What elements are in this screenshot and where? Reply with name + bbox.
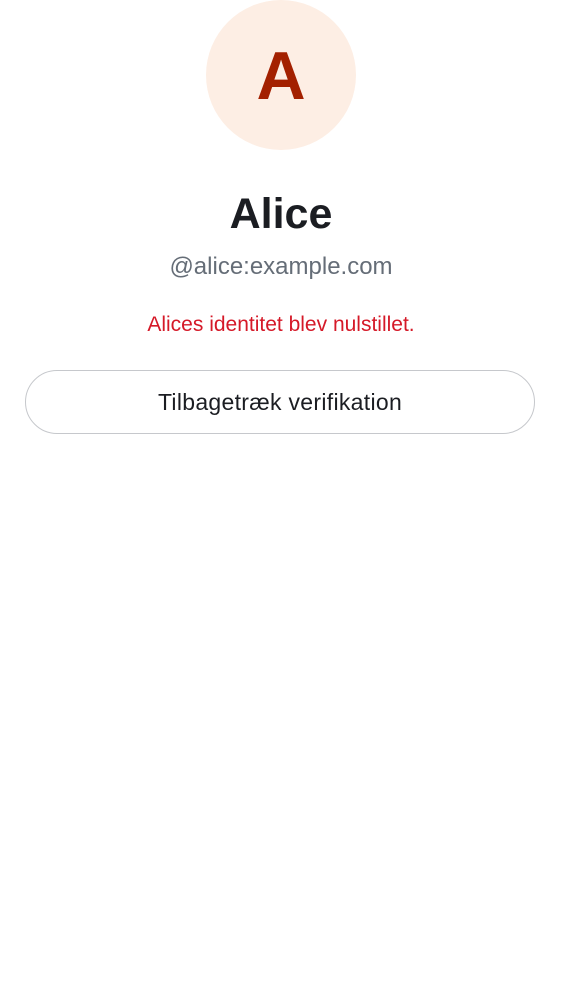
avatar: A bbox=[206, 0, 356, 150]
withdraw-verification-label: Tilbagetræk verifikation bbox=[157, 388, 403, 415]
user-id: @alice:example.com bbox=[169, 253, 393, 280]
withdraw-verification-button[interactable]: Tilbagetræk verifikation bbox=[25, 370, 535, 434]
user-profile-screen: A Alice @alice:example.com Alices identi… bbox=[0, 0, 562, 1000]
identity-reset-warning: Alices identitet blev nulstillet. bbox=[147, 313, 415, 336]
avatar-initial: A bbox=[256, 38, 306, 114]
display-name: Alice bbox=[229, 190, 333, 238]
